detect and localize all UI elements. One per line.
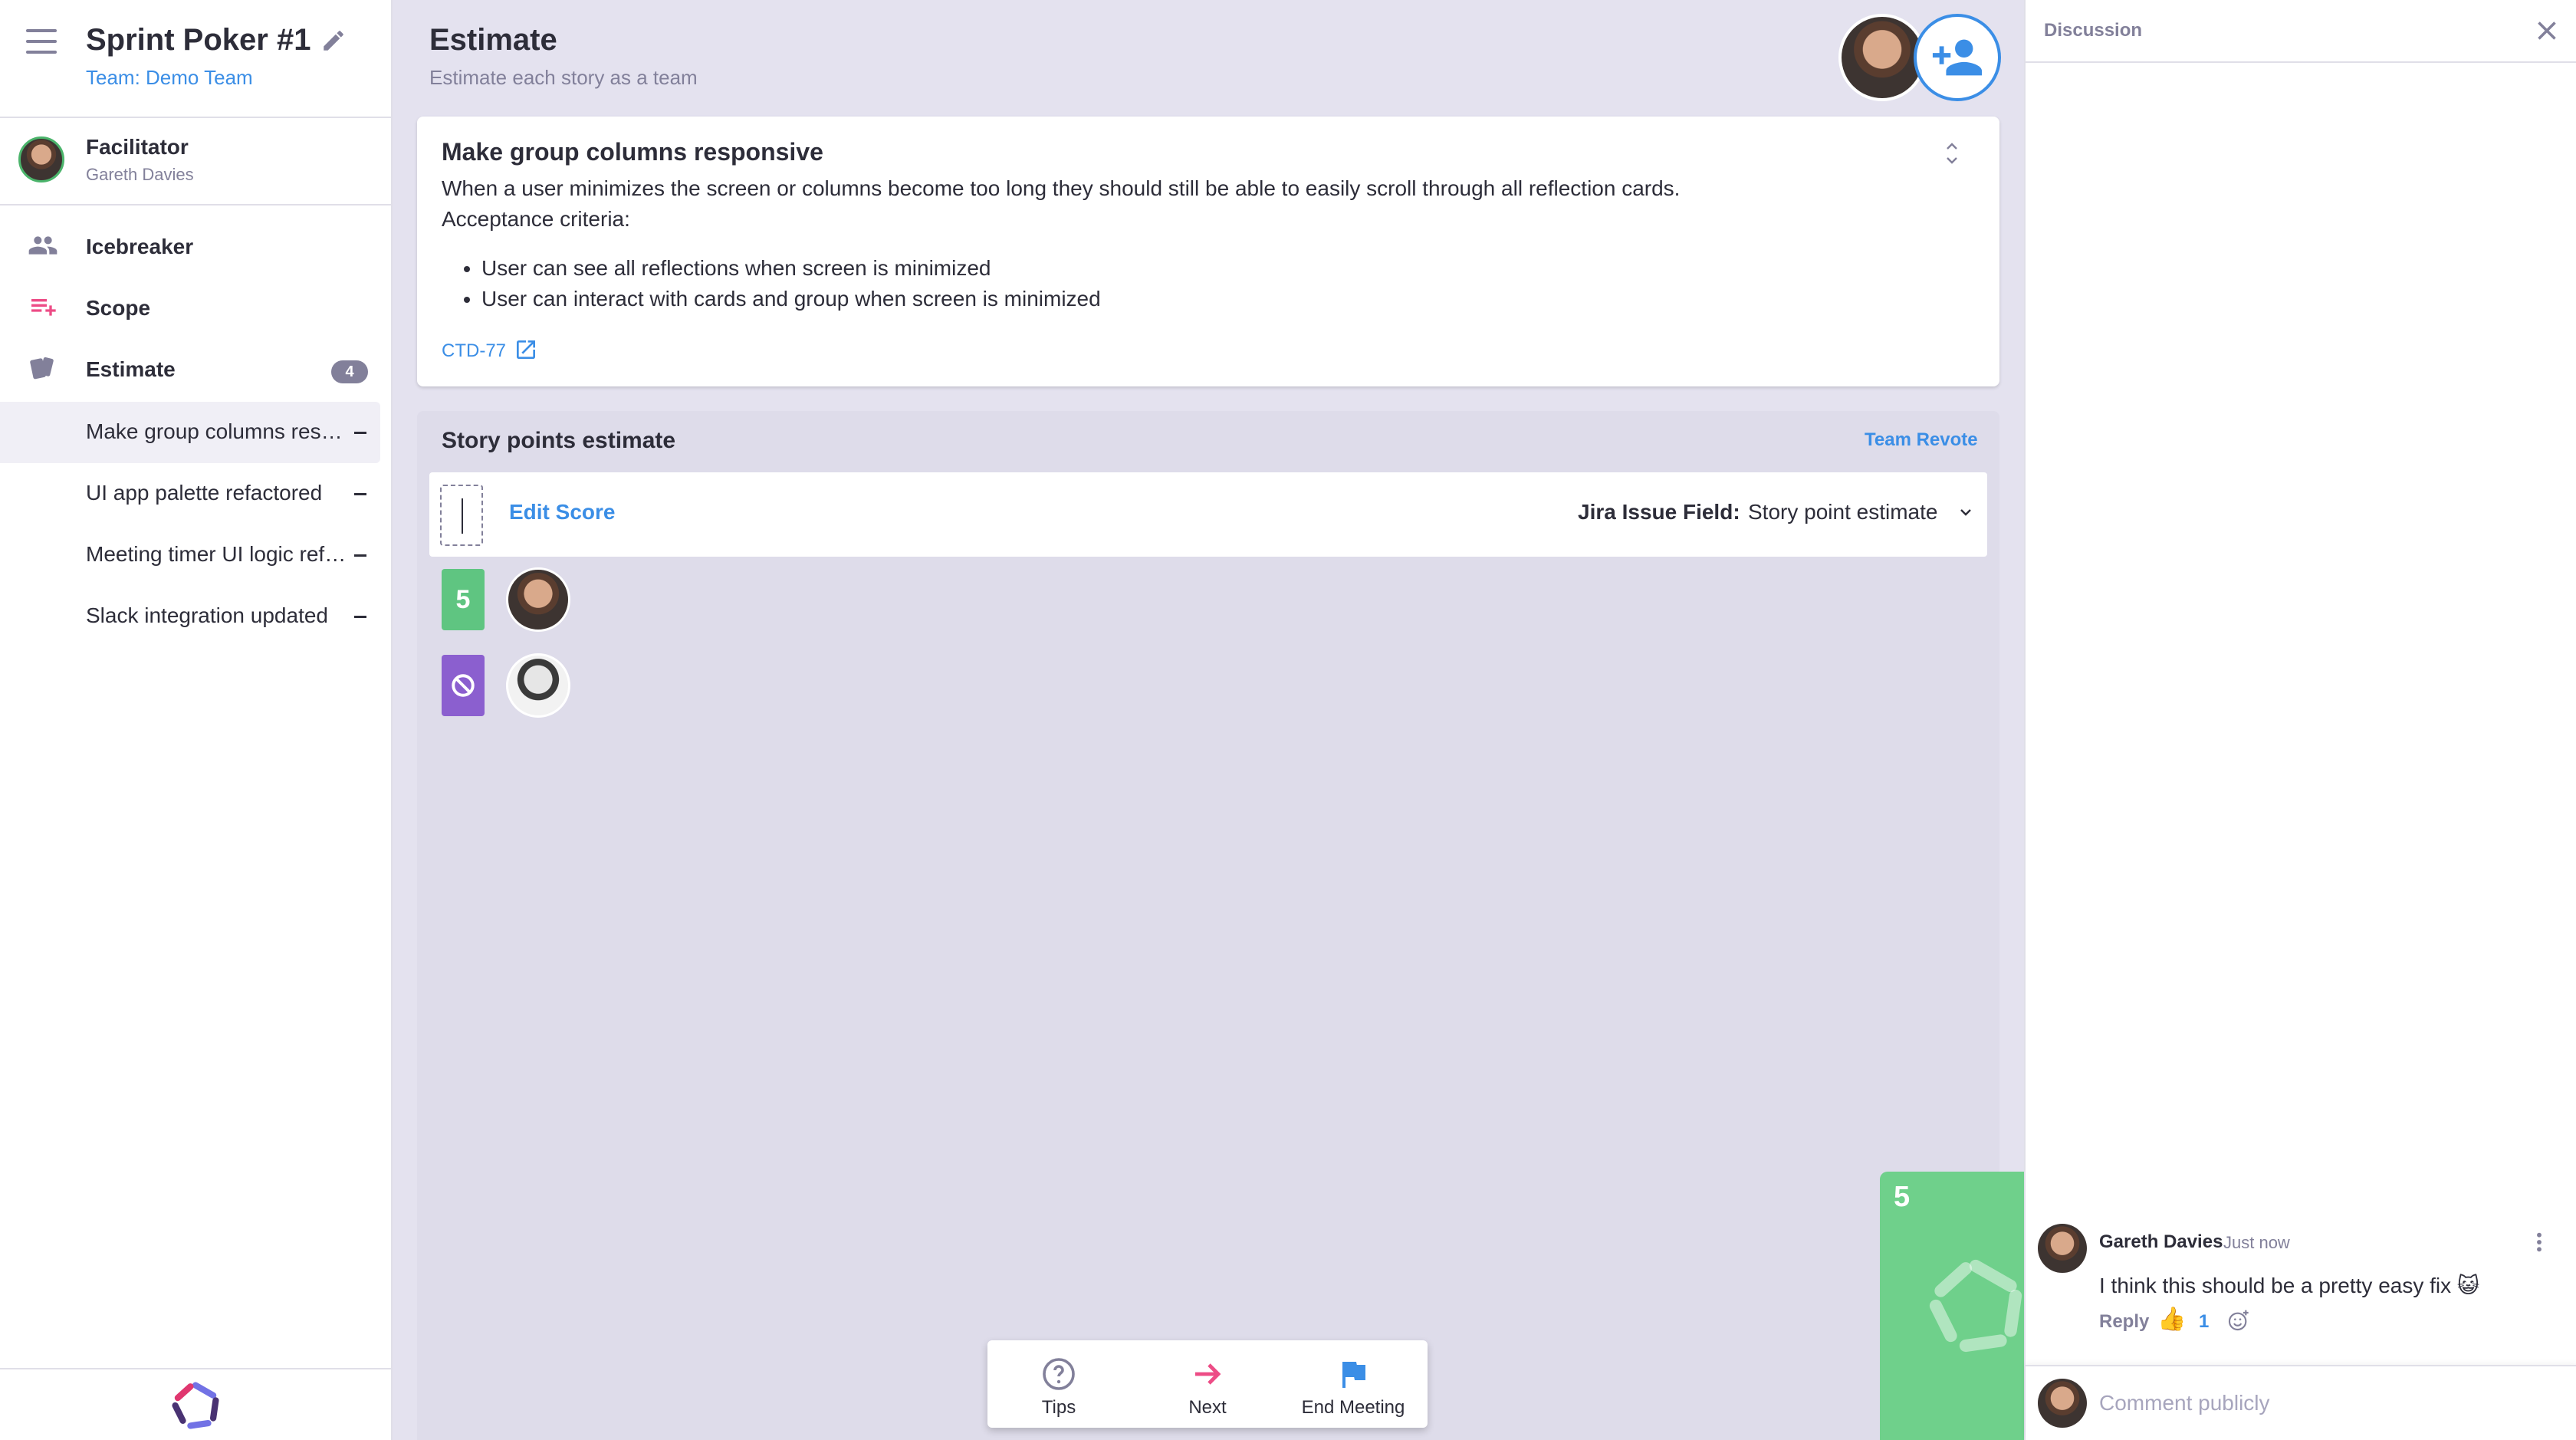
divider: [0, 204, 393, 205]
discussion-drawer: Discussion Gareth Davies Just now I thin…: [2024, 0, 2576, 1440]
divider: [0, 117, 393, 118]
story-card: Make group columns responsive When a use…: [417, 117, 1999, 386]
add-reaction-icon[interactable]: [2226, 1308, 2251, 1333]
comment-author: Gareth Davies: [2099, 1231, 2223, 1252]
parabol-logo-icon: [1929, 1259, 2022, 1353]
list-item: User can interact with cards and group w…: [481, 284, 1101, 314]
jira-field-select[interactable]: Story point estimate: [1748, 500, 1937, 524]
story-status-dash: [354, 493, 366, 495]
voter-avatar: [506, 567, 570, 632]
sidebar-item-label: Icebreaker: [86, 235, 194, 258]
thumbs-up-icon[interactable]: 👍: [2157, 1307, 2186, 1333]
participant-avatar[interactable]: [1838, 14, 1926, 101]
divider: [0, 1368, 393, 1369]
acceptance-criteria-list: User can see all reflections when screen…: [472, 253, 1101, 314]
facilitator-avatar[interactable]: [18, 136, 64, 182]
team-link[interactable]: Team: Demo Team: [86, 66, 253, 90]
estimate-count-badge: 4: [331, 360, 368, 383]
flag-icon: [1342, 1362, 1365, 1388]
sidebar-item-scope[interactable]: Scope: [0, 291, 380, 325]
page-title: Estimate: [429, 23, 557, 57]
sidebar-item-label: Estimate: [86, 357, 176, 381]
story-item-label: Make group columns responsive: [86, 419, 347, 443]
edit-score-button[interactable]: Edit Score: [509, 500, 615, 524]
story-item[interactable]: Make group columns responsive: [0, 402, 380, 463]
parabol-logo-icon: [172, 1382, 219, 1429]
story-item-label: Slack integration updated: [86, 603, 328, 627]
story-status-dash: [354, 432, 366, 434]
story-item[interactable]: Slack integration updated: [0, 586, 380, 647]
comment-composer: [2026, 1365, 2576, 1440]
next-button[interactable]: Next: [1150, 1340, 1265, 1428]
story-status-dash: [354, 554, 366, 557]
estimate-panel: Story points estimate Team Revote Edit S…: [417, 411, 1999, 1440]
arrow-forward-icon: [1195, 1363, 1221, 1385]
composer-avatar: [2038, 1379, 2087, 1428]
menu-icon[interactable]: [26, 29, 57, 54]
comment-timestamp: Just now: [2223, 1233, 2290, 1252]
page-subtitle: Estimate each story as a team: [429, 66, 698, 89]
vote-card: 5: [442, 569, 485, 630]
comment-input[interactable]: [2099, 1382, 2559, 1425]
sidebar-item-icebreaker[interactable]: Icebreaker: [0, 230, 380, 264]
sidebar: Sprint Poker #1 Team: Demo Team Facilita…: [0, 0, 393, 1440]
score-row: Edit Score Jira Issue Field: Story point…: [429, 472, 1987, 557]
facilitator-name: Gareth Davies: [86, 165, 194, 184]
story-item[interactable]: UI app palette refactored: [0, 463, 380, 524]
story-item-label: Meeting timer UI logic refactored: [86, 542, 347, 566]
story-description: When a user minimizes the screen or colu…: [442, 176, 1681, 200]
comment-avatar: [2038, 1224, 2087, 1273]
comment-text: I think this should be a pretty easy fix…: [2099, 1274, 2480, 1297]
story-item[interactable]: Meeting timer UI logic refactored: [0, 524, 380, 586]
meeting-title: Sprint Poker #1: [86, 23, 311, 57]
poker-card-value: 5: [1894, 1181, 1911, 1213]
vote-card-pass: [442, 655, 485, 716]
block-icon: [452, 674, 475, 697]
list-item: User can see all reflections when screen…: [481, 253, 1101, 284]
issue-key-link[interactable]: CTD-77: [442, 340, 506, 362]
final-score-card: [440, 485, 483, 546]
add-teammate-button[interactable]: [1914, 14, 2001, 101]
group-icon: [28, 236, 58, 255]
next-label: Next: [1188, 1397, 1227, 1418]
team-revote-button[interactable]: Team Revote: [1865, 429, 1978, 451]
close-icon[interactable]: [2533, 17, 2561, 44]
tips-label: Tips: [1041, 1397, 1076, 1418]
playlist-add-icon: [31, 299, 56, 316]
end-meeting-label: End Meeting: [1301, 1397, 1405, 1418]
voter-avatar: [506, 653, 570, 718]
discussion-title: Discussion: [2044, 20, 2143, 41]
help-icon: [1043, 1358, 1075, 1390]
pencil-icon[interactable]: [320, 28, 347, 54]
person-add-icon: [1932, 39, 1983, 76]
estimate-heading: Story points estimate: [442, 428, 676, 453]
tips-button[interactable]: Tips: [1001, 1340, 1116, 1428]
sidebar-item-label: Scope: [86, 296, 151, 320]
chevron-down-icon[interactable]: [1957, 503, 1975, 521]
story-item-label: UI app palette refactored: [86, 481, 323, 505]
reaction-count: 1: [2199, 1311, 2210, 1332]
open-in-new-icon[interactable]: [514, 337, 538, 362]
unfold-less-icon[interactable]: [1938, 138, 1966, 169]
selected-poker-card[interactable]: 5: [1880, 1172, 2026, 1440]
divider: [2026, 61, 2576, 63]
story-status-dash: [354, 616, 366, 618]
cards-icon: [30, 357, 54, 380]
facilitator-label: Facilitator: [86, 135, 189, 159]
more-vert-icon[interactable]: [2532, 1230, 2547, 1254]
story-title: Make group columns responsive: [442, 138, 823, 166]
acceptance-criteria-label: Acceptance criteria:: [442, 207, 630, 231]
jira-field-label: Jira Issue Field:: [1578, 500, 1740, 524]
end-meeting-button[interactable]: End Meeting: [1288, 1340, 1418, 1428]
reply-button[interactable]: Reply: [2099, 1311, 2149, 1333]
bottom-bar: Tips Next End Meeting: [987, 1340, 1428, 1428]
sidebar-item-estimate[interactable]: Estimate: [0, 353, 380, 386]
